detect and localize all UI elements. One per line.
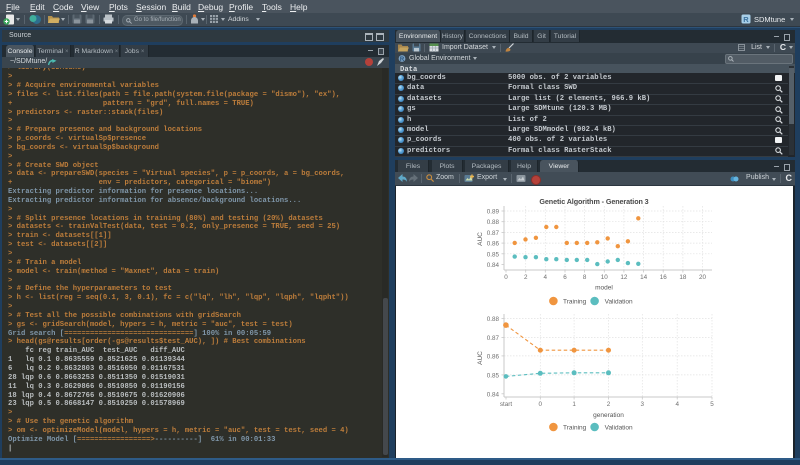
svg-text:Training: Training (563, 424, 587, 431)
svg-text:8: 8 (583, 274, 587, 281)
svg-text:0.89: 0.89 (487, 208, 500, 215)
svg-text:0: 0 (504, 274, 508, 281)
svg-text:0.84: 0.84 (487, 262, 500, 269)
svg-text:20: 20 (699, 274, 707, 281)
svg-text:1: 1 (572, 401, 576, 408)
svg-text:4: 4 (675, 401, 679, 408)
svg-text:10: 10 (601, 274, 609, 281)
svg-text:2: 2 (607, 401, 611, 408)
svg-text:0.88: 0.88 (487, 316, 500, 323)
svg-text:R: R (743, 15, 749, 24)
svg-text:Validation: Validation (605, 298, 633, 305)
svg-text:Training: Training (563, 298, 587, 305)
svg-text:0.84: 0.84 (487, 391, 500, 398)
svg-text:0.87: 0.87 (487, 229, 500, 236)
svg-text:5: 5 (710, 401, 714, 408)
svg-text:generation: generation (593, 412, 624, 419)
svg-text:Validation: Validation (605, 424, 633, 431)
svg-text:0.85: 0.85 (487, 251, 500, 258)
svg-text:0.87: 0.87 (487, 334, 500, 341)
svg-text:0.86: 0.86 (487, 353, 500, 360)
svg-text:16: 16 (660, 274, 668, 281)
svg-text:R: R (400, 57, 405, 62)
svg-text:0: 0 (539, 401, 543, 408)
svg-text:0.86: 0.86 (487, 240, 500, 247)
svg-text:2: 2 (524, 274, 528, 281)
svg-text:6: 6 (563, 274, 567, 281)
svg-text:14: 14 (640, 274, 648, 281)
svg-text:12: 12 (620, 274, 628, 281)
svg-text:0.85: 0.85 (487, 372, 500, 379)
svg-text:AUC: AUC (477, 231, 484, 245)
svg-text:3: 3 (641, 401, 645, 408)
svg-text:18: 18 (679, 274, 687, 281)
svg-text:Genetic Algorithm - Generation: Genetic Algorithm - Generation 3 (539, 197, 648, 206)
svg-text:4: 4 (544, 274, 548, 281)
svg-text:AUC: AUC (477, 350, 484, 364)
svg-text:0.88: 0.88 (487, 219, 500, 226)
svg-text:start: start (500, 401, 512, 408)
svg-text:model: model (595, 284, 613, 291)
